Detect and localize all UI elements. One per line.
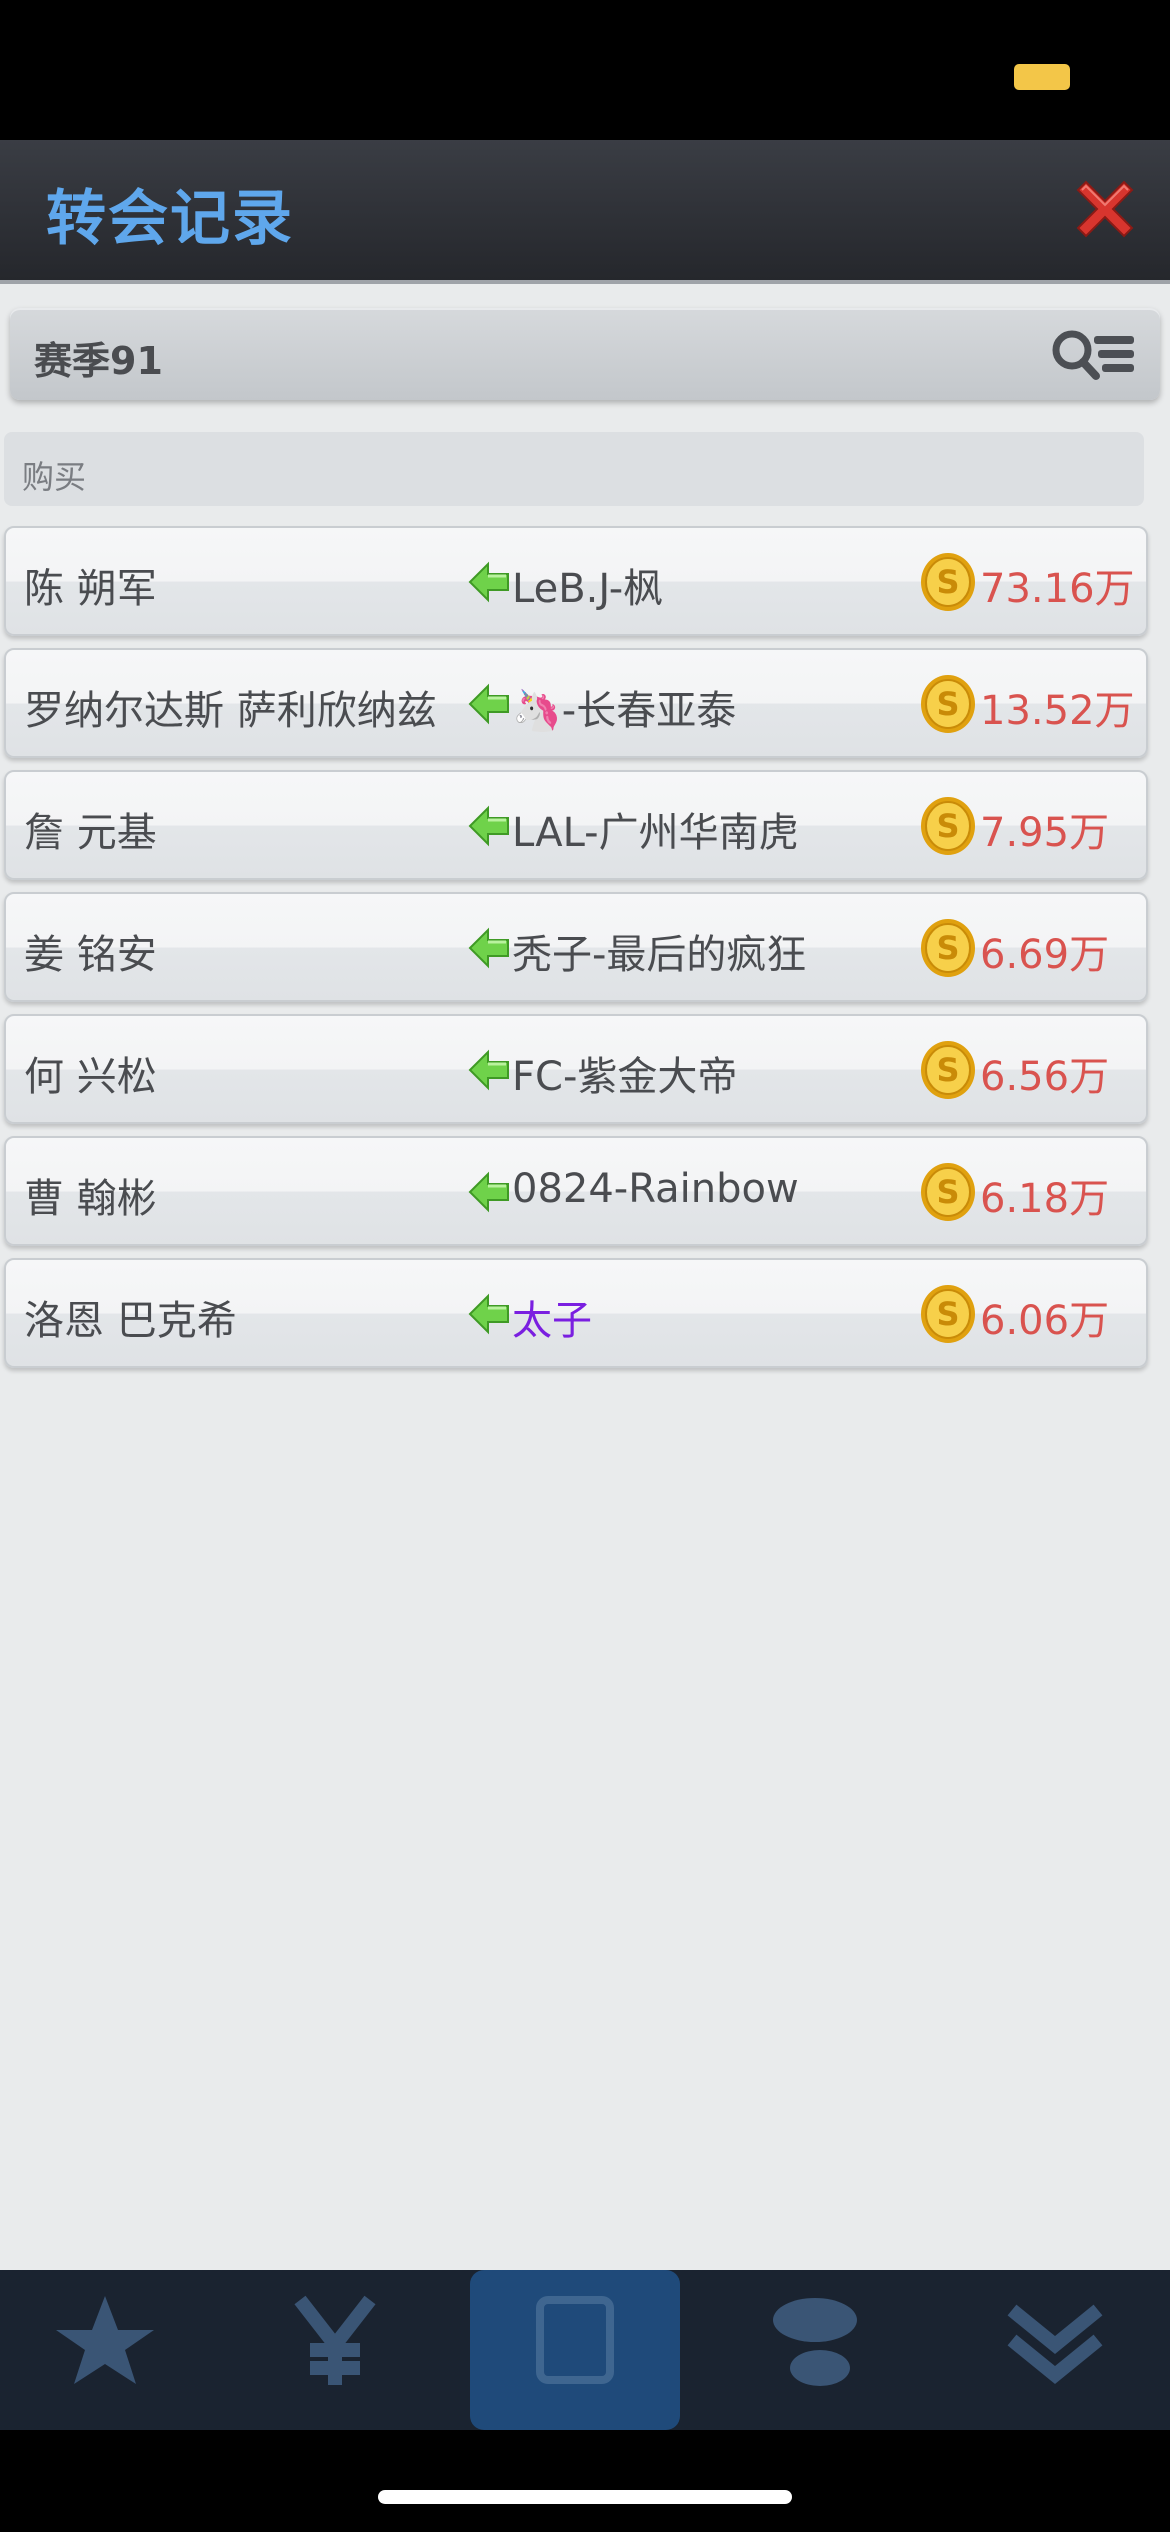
transfer-price: 6.69万 — [980, 932, 1110, 978]
coin-icon: S — [921, 919, 975, 977]
season-selector[interactable]: 赛季91 — [10, 308, 1160, 400]
transfer-row[interactable]: 洛恩 巴克希 太子 S 6.06万 — [4, 1258, 1148, 1368]
status-bar — [0, 0, 1170, 140]
coin-icon: S — [921, 1285, 975, 1343]
svg-text:S: S — [936, 1051, 959, 1089]
club-name: 0824-Rainbow — [512, 1166, 799, 1212]
tab-1[interactable] — [0, 2270, 210, 2430]
section-header-buy: 购买 — [4, 432, 1144, 506]
player-name: 何 兴松 — [24, 1054, 157, 1100]
arrow-left-icon — [468, 805, 509, 847]
panel-header: 转会记录 — [0, 140, 1170, 284]
club-name: 太子 — [512, 1298, 592, 1344]
transfer-row[interactable]: 姜 铭安 秃子-最后的疯狂 S 6.69万 — [4, 892, 1148, 1002]
coin-icon: S — [921, 553, 975, 611]
transfer-row[interactable]: 何 兴松 FC-紫金大帝 S 6.56万 — [4, 1014, 1148, 1124]
tab-4[interactable] — [710, 2270, 920, 2430]
section-label: 购买 — [22, 458, 87, 496]
svg-text:S: S — [936, 1173, 959, 1211]
club-name: 🦄-长春亚泰 — [512, 688, 737, 734]
transfer-row[interactable]: 詹 元基 LAL-广州华南虎 S 7.95万 — [4, 770, 1148, 880]
close-icon[interactable] — [1072, 176, 1138, 242]
svg-text:S: S — [936, 929, 959, 967]
club-name: FC-紫金大帝 — [512, 1054, 738, 1100]
arrow-left-icon — [468, 1293, 509, 1335]
player-name: 姜 铭安 — [24, 932, 157, 978]
page-title: 转会记录 — [46, 184, 294, 254]
search-list-icon[interactable] — [1048, 324, 1140, 386]
transfer-row[interactable]: 罗纳尔达斯 萨利欣纳兹 🦄-长春亚泰 S 13.52万 — [4, 648, 1148, 758]
tab-2[interactable] — [230, 2270, 440, 2430]
battery-icon — [1014, 64, 1070, 90]
arrow-left-icon — [468, 1171, 509, 1213]
arrow-left-icon — [468, 561, 509, 603]
club-name: 秃子-最后的疯狂 — [512, 932, 807, 978]
arrow-left-icon — [468, 1049, 509, 1091]
home-indicator[interactable] — [378, 2490, 792, 2504]
season-label: 赛季91 — [34, 339, 163, 383]
transfer-records-panel: 转会记录 赛季91 购买 陈 朔军 LeB.J-枫 S 73.16万罗纳尔达斯 萨利欣… — [0, 140, 1170, 2270]
transfer-price: 13.52万 — [980, 688, 1135, 734]
player-name: 曹 翰彬 — [24, 1176, 157, 1222]
arrow-left-icon — [468, 927, 509, 969]
transfer-price: 6.18万 — [980, 1176, 1110, 1222]
svg-text:S: S — [936, 563, 959, 601]
tab-5[interactable] — [950, 2270, 1160, 2430]
svg-text:S: S — [936, 807, 959, 845]
player-name: 罗纳尔达斯 萨利欣纳兹 — [24, 688, 437, 734]
transfer-price: 73.16万 — [980, 566, 1135, 612]
player-name: 詹 元基 — [24, 810, 157, 856]
coin-icon: S — [921, 797, 975, 855]
player-name: 洛恩 巴克希 — [24, 1298, 237, 1344]
transfer-row[interactable]: 陈 朔军 LeB.J-枫 S 73.16万 — [4, 526, 1148, 636]
transfer-price: 6.56万 — [980, 1054, 1110, 1100]
svg-text:S: S — [936, 1295, 959, 1333]
transfer-price: 6.06万 — [980, 1298, 1110, 1344]
club-name: LAL-广州华南虎 — [512, 810, 799, 856]
club-name: LeB.J-枫 — [512, 566, 664, 612]
tab-3[interactable] — [470, 2270, 680, 2430]
coin-icon: S — [921, 1163, 975, 1221]
bottom-safe-area — [0, 2430, 1170, 2532]
transfer-price: 7.95万 — [980, 810, 1110, 856]
transfer-row[interactable]: 曹 翰彬 0824-Rainbow S 6.18万 — [4, 1136, 1148, 1246]
coin-icon: S — [921, 1041, 975, 1099]
coin-icon: S — [921, 675, 975, 733]
arrow-left-icon — [468, 683, 509, 725]
player-name: 陈 朔军 — [24, 566, 157, 612]
svg-text:S: S — [936, 685, 959, 723]
bottom-tab-bar — [0, 2270, 1170, 2430]
